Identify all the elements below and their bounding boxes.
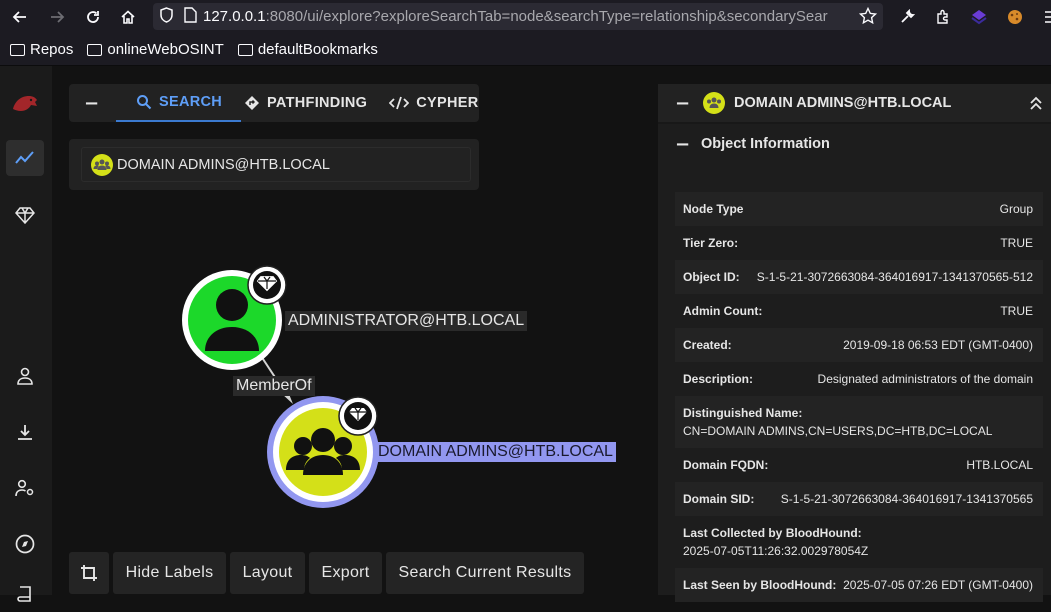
tier-zero-badge: [338, 396, 378, 436]
field-row: Created: 2019-09-18 06:53 EDT (GMT-0400): [675, 328, 1043, 362]
download-icon[interactable]: [6, 414, 44, 450]
object-information-header[interactable]: − Object Information: [658, 124, 1051, 164]
wrench-icon[interactable]: [895, 5, 919, 29]
bookmark-repos[interactable]: Repos: [10, 41, 73, 58]
bookmark-onlinewebosint[interactable]: onlineWebOSINT: [87, 41, 224, 58]
field-row: Description: Designated administrators of…: [683, 372, 1033, 386]
object-information-section: − Object Information Node Type Group Tier…: [658, 124, 1051, 602]
crop-button[interactable]: [69, 552, 109, 594]
purple-extension-icon[interactable]: [967, 5, 991, 29]
node-label-administrator[interactable]: ADMINISTRATOR@HTB.LOCAL: [285, 311, 528, 331]
entity-panel: − DOMAIN ADMINS@HTB.LOCAL − Object Infor…: [658, 84, 1051, 602]
compass-icon[interactable]: [6, 526, 44, 562]
export-button[interactable]: Export: [309, 552, 382, 594]
browser-toolbar: 127.0.0.1:8080/ui/explore?exploreSearchT…: [0, 0, 1051, 34]
home-button[interactable]: [114, 3, 142, 31]
collapse-section-icon[interactable]: −: [675, 134, 701, 155]
hide-labels-button[interactable]: Hide Labels: [113, 552, 226, 594]
user-icon[interactable]: [6, 358, 44, 394]
url-text[interactable]: 127.0.0.1:8080/ui/explore?exploreSearchT…: [203, 8, 843, 25]
entity-panel-title: DOMAIN ADMINS@HTB.LOCAL: [734, 95, 952, 111]
node-group-icon: [311, 428, 335, 452]
page-icon: [184, 6, 197, 27]
layout-button[interactable]: Layout: [230, 552, 305, 594]
field-row: Domain SID: S-1-5-21-3072663084-364016917…: [675, 482, 1043, 516]
field-row: Domain FQDN: HTB.LOCAL: [683, 458, 1033, 472]
field-row: Last Seen by BloodHound: 2025-07-05 07:26…: [675, 568, 1043, 602]
folder-icon: [87, 43, 103, 56]
book-icon[interactable]: [6, 576, 44, 612]
back-button[interactable]: [6, 3, 34, 31]
user-settings-icon[interactable]: [6, 470, 44, 506]
folder-icon: [10, 43, 25, 56]
shield-icon[interactable]: [159, 6, 174, 27]
field-row: Object ID: S-1-5-21-3072663084-364016917-…: [675, 260, 1043, 294]
extensions-icon[interactable]: [931, 5, 955, 29]
field-row: Node Type Group: [675, 192, 1043, 226]
search-current-results-button[interactable]: Search Current Results: [386, 552, 584, 594]
node-user-icon: [216, 289, 248, 321]
entity-panel-header: − DOMAIN ADMINS@HTB.LOCAL: [658, 84, 1051, 122]
field-row: Tier Zero: TRUE: [683, 236, 1033, 250]
forward-button[interactable]: [43, 3, 71, 31]
group-icon: [703, 92, 725, 114]
field-row: Last Collected by BloodHound: 2025-07-05T…: [683, 526, 869, 558]
menu-icon[interactable]: [1036, 5, 1051, 29]
explore-icon[interactable]: [6, 140, 44, 176]
bookmark-defaultbookmarks[interactable]: defaultBookmarks: [237, 41, 378, 58]
chevron-double-up-icon[interactable]: [1029, 95, 1043, 115]
folder-icon: [237, 43, 253, 56]
bookmarks-bar: Repos onlineWebOSINT defaultBookmarks: [0, 34, 1051, 66]
cookie-extension-icon[interactable]: [1003, 5, 1027, 29]
field-row: Distinguished Name: CN=DOMAIN ADMINS,CN=U…: [675, 396, 1043, 448]
bloodhound-logo-icon[interactable]: [6, 86, 44, 122]
collapse-entity-button[interactable]: −: [675, 93, 699, 114]
tier-zero-badge: [247, 265, 287, 305]
url-bar[interactable]: 127.0.0.1:8080/ui/explore?exploreSearchT…: [153, 3, 883, 30]
crop-icon: [81, 565, 97, 581]
section-title: Object Information: [701, 136, 830, 152]
node-label-domain-admins[interactable]: DOMAIN ADMINS@HTB.LOCAL: [375, 442, 616, 462]
star-icon[interactable]: [858, 6, 878, 29]
gem-icon[interactable]: [6, 197, 44, 233]
bloodhound-app: − SEARCH PATHFINDING CYPHER DOMAIN ADMIN…: [0, 66, 1051, 602]
edge-label[interactable]: MemberOf: [233, 376, 315, 396]
left-navigation: [0, 66, 52, 602]
field-row: Admin Count: TRUE: [683, 304, 1033, 318]
reload-button[interactable]: [79, 3, 107, 31]
